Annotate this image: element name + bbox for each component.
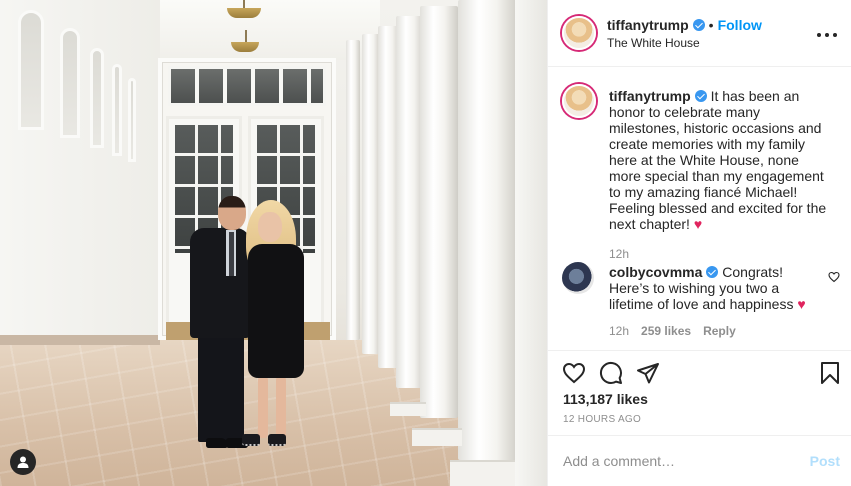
leg xyxy=(276,376,286,438)
tie xyxy=(229,232,234,276)
verified-badge-icon xyxy=(692,19,705,31)
column-base xyxy=(412,428,462,446)
ceiling-lamp xyxy=(227,8,261,18)
wall-arch xyxy=(128,78,136,162)
man-suit xyxy=(190,228,250,338)
add-comment-bar: Post xyxy=(548,435,851,486)
black-dress xyxy=(248,244,304,378)
header-title-row: tiffanytrump • Follow xyxy=(607,17,762,35)
heart-icon[interactable] xyxy=(562,361,586,385)
wall-arch xyxy=(112,64,122,156)
column xyxy=(346,40,360,340)
caption-time[interactable]: 12h xyxy=(609,246,831,262)
caption-text: It has been an honor to celebrate many m… xyxy=(609,88,827,232)
location-link[interactable]: The White House xyxy=(607,36,700,50)
caption-body: tiffanytrump It has been an honor to cel… xyxy=(609,88,831,262)
tagged-user-icon[interactable] xyxy=(10,449,36,475)
heart-emoji: ♥ xyxy=(797,296,806,312)
woman-face xyxy=(258,212,282,242)
man-legs xyxy=(198,332,244,442)
wall-arch xyxy=(18,10,44,130)
leg xyxy=(258,376,268,438)
comment-avatar[interactable] xyxy=(562,262,594,294)
verified-badge-icon xyxy=(706,266,719,278)
header-username[interactable]: tiffanytrump xyxy=(607,17,689,33)
reply-button[interactable]: Reply xyxy=(703,324,736,338)
shoe xyxy=(268,434,286,446)
share-icon[interactable] xyxy=(636,361,660,385)
heart-emoji: ♥ xyxy=(693,216,703,232)
comment-input[interactable] xyxy=(563,450,793,472)
comment-meta: 12h 259 likes Reply xyxy=(609,324,736,338)
action-bar: 113,187 likes 12 HOURS AGO xyxy=(548,350,851,435)
wall-arch xyxy=(60,28,80,138)
transom-window xyxy=(168,66,326,106)
avatar[interactable] xyxy=(562,16,596,50)
comment-icon[interactable] xyxy=(599,361,623,385)
follow-button[interactable]: Follow xyxy=(718,17,762,33)
baseboard xyxy=(0,335,160,345)
like-count[interactable]: 113,187 likes xyxy=(563,391,648,407)
comment-username[interactable]: colbycovmma xyxy=(609,264,702,280)
post-timestamp[interactable]: 12 HOURS AGO xyxy=(563,414,641,425)
comment-likes[interactable]: 259 likes xyxy=(641,324,691,338)
column-shadow xyxy=(515,0,547,486)
caption-avatar[interactable] xyxy=(562,84,596,118)
man-head xyxy=(218,196,246,230)
column-base xyxy=(450,460,524,486)
comment-like-icon[interactable] xyxy=(828,270,840,288)
post-sidebar: tiffanytrump • Follow The White House tiff… xyxy=(547,0,851,486)
post-photo[interactable] xyxy=(0,0,547,486)
wall-arch xyxy=(90,48,104,148)
column xyxy=(420,6,458,418)
shoe xyxy=(242,434,260,446)
post-button[interactable]: Post xyxy=(810,453,840,469)
separator-dot: • xyxy=(708,17,714,33)
shoe xyxy=(206,438,228,448)
column xyxy=(458,0,518,460)
verified-badge-icon xyxy=(694,90,707,102)
bookmark-icon[interactable] xyxy=(818,361,842,385)
comment-body: colbycovmma Congrats! Here’s to wishing … xyxy=(609,264,809,312)
column-base xyxy=(390,402,426,416)
post-header: tiffanytrump • Follow The White House xyxy=(548,0,851,67)
comment-time[interactable]: 12h xyxy=(609,324,629,338)
ellipsis-icon[interactable] xyxy=(816,22,838,43)
caption-username[interactable]: tiffanytrump xyxy=(609,88,691,104)
